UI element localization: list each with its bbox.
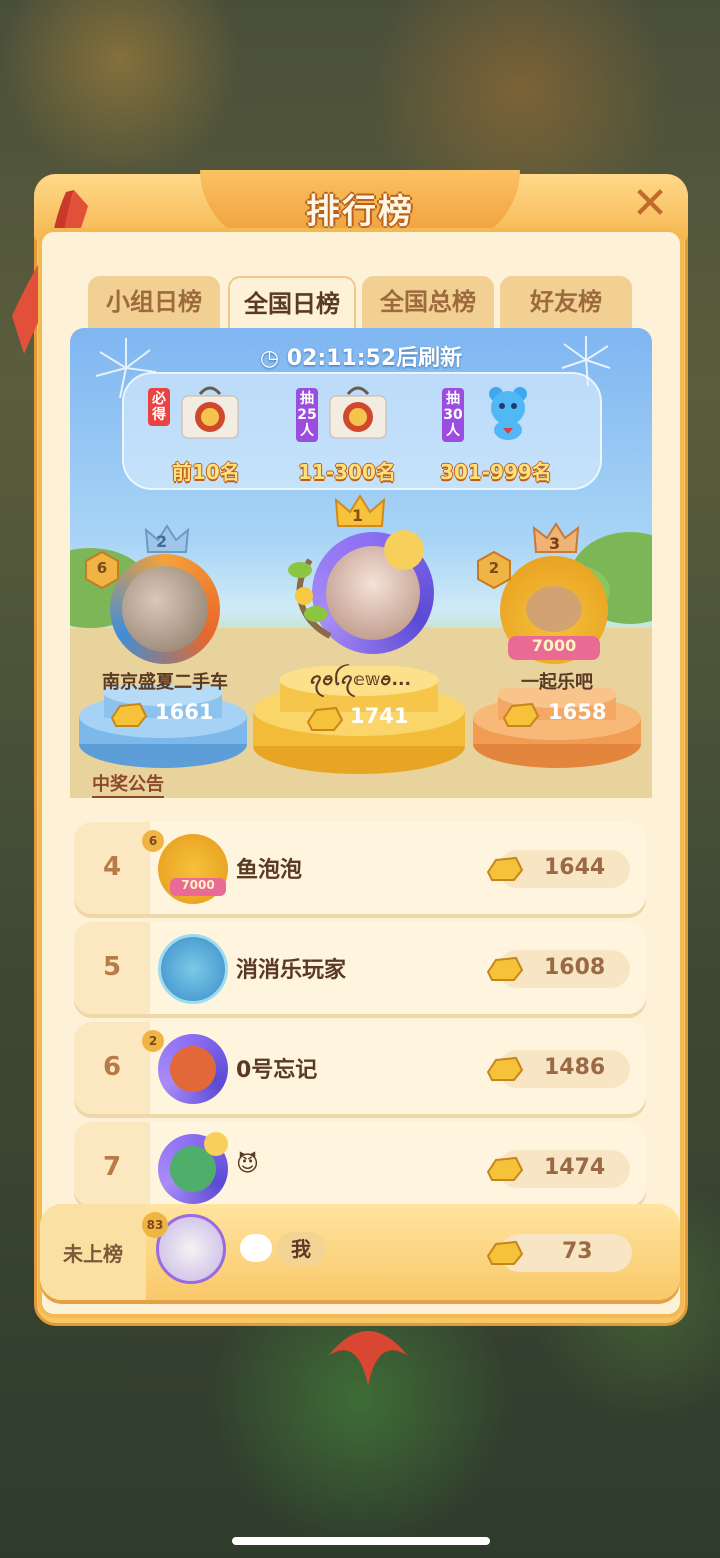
tab-national-daily[interactable]: 全国日榜 [228,276,356,328]
player-name: 南京盛夏二手车 [102,672,228,693]
gold-ingot-icon [486,856,524,881]
avatar [158,934,228,1004]
reward-range: 11-300名 [298,460,396,484]
rank-number: 5 [102,952,122,982]
player-name: 0号忘记 [236,1058,318,1083]
home-indicator[interactable] [232,1537,490,1545]
level-number: 2 [488,559,500,577]
ribbon-knot-decoration [328,1331,408,1386]
gold-ingot-icon [486,1056,524,1081]
reward-range: 301-999名 [440,460,552,484]
gold-ingot-icon [110,702,148,727]
gold-ingot-icon [486,956,524,981]
achievement-ribbon: 7000 [170,878,226,896]
gold-ingot-icon [306,706,344,731]
coin-icon [204,1132,228,1156]
level-badge: 6 [142,830,164,852]
my-rank-row[interactable]: 未上榜 83 我 73 [40,1204,680,1300]
tab-friends[interactable]: 好友榜 [500,276,632,328]
close-button[interactable]: ✕ [628,182,672,226]
gold-ingot-icon [486,1156,524,1181]
bunny-icon [240,1234,272,1262]
reward-range: 前10名 [172,460,240,484]
rank-number: 6 [102,1052,122,1082]
avatar [110,554,220,664]
rank-number: 1 [352,506,364,525]
list-item[interactable]: 5 消消乐玩家 1608 [74,922,646,1014]
player-score: 1661 [155,700,214,724]
reward-tag: 抽30人 [442,388,464,442]
player-name: ꪖꪮꪶꪖ𝕖𝕨ꪮ... [309,670,411,690]
tab-group-daily[interactable]: 小组日榜 [88,276,220,328]
prize-bag-icon [181,386,239,439]
level-badge: 2 [142,1030,164,1052]
avatar [158,1034,228,1104]
my-rank-status: 未上榜 [63,1242,123,1266]
player-name: 鱼泡泡 [236,858,303,883]
level-number: 6 [96,559,108,577]
gold-ingot-icon [486,1240,524,1265]
vine-decoration-icon [288,558,332,639]
reward-tag: 必得 [148,388,170,426]
prize-bag-icon [329,386,387,439]
winner-announcement-link[interactable]: 中奖公告 [92,770,164,798]
player-score: 1474 [544,1155,606,1180]
player-score: 1608 [544,955,606,980]
level-badge: 83 [142,1212,168,1238]
reward-tag: 抽25人 [296,388,318,442]
rank-number: 7 [102,1152,122,1182]
gold-ingot-icon [502,702,540,727]
my-name: 我 [276,1232,326,1266]
rank-number: 3 [549,534,561,553]
my-score: 73 [562,1239,593,1264]
list-item[interactable]: 6 2 0号忘记 1486 [74,1022,646,1114]
coin-icon [384,530,424,570]
clock-icon: ◷ [259,346,280,371]
player-name: 消消乐玩家 [236,958,347,983]
rank-number: 2 [156,532,168,551]
player-score: 1486 [544,1055,606,1080]
player-score: 1741 [350,704,409,728]
rank-number: 4 [102,852,122,882]
bear-toy-icon [489,387,527,440]
player-name: 😈 [236,1152,259,1177]
player-score: 1658 [548,700,607,724]
list-item[interactable]: 4 7000 6 鱼泡泡 1644 [74,822,646,914]
achievement-ribbon: 7000 [508,636,600,660]
page-title: 排行榜 [306,192,414,232]
list-item[interactable]: 7 😈 1474 [74,1122,646,1206]
refresh-countdown: ◷ 02:11:52后刷新 [259,346,463,371]
tab-national-total[interactable]: 全国总榜 [362,276,494,328]
podium-second [79,686,247,768]
player-name: 一起乐吧 [521,672,593,693]
player-score: 1644 [544,855,606,880]
